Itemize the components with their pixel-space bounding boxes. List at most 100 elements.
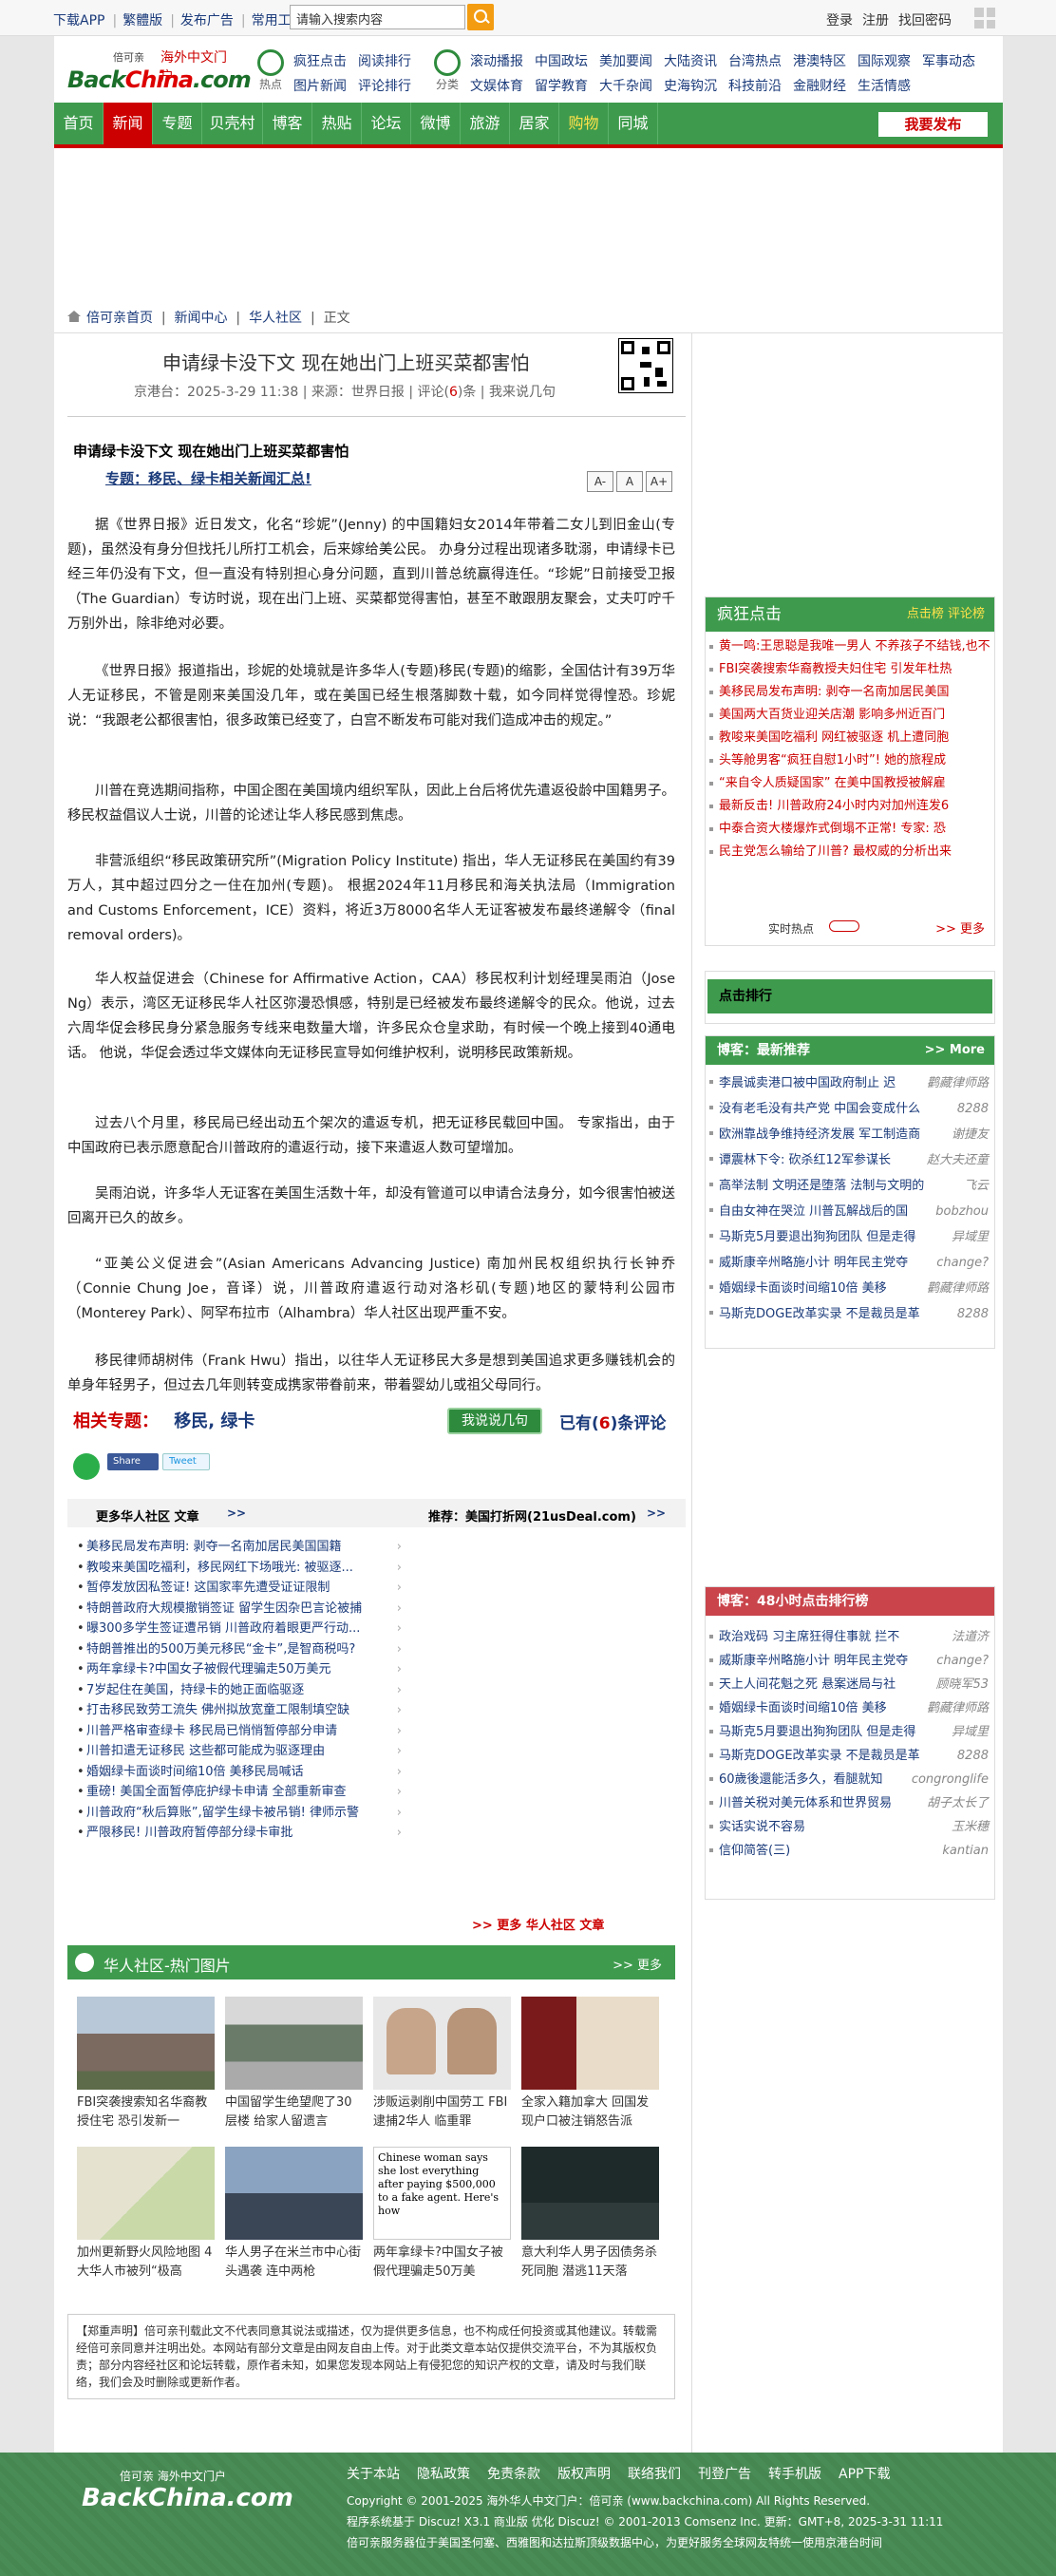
nav-cat-item[interactable]: 大陆资讯: [664, 54, 717, 69]
list-item[interactable]: 政治戏码 习主席狂得住事就 拦不 法道济: [707, 1625, 992, 1649]
nav-photo-news[interactable]: 图片新闻: [293, 79, 347, 94]
nav-cat-item[interactable]: 港澳特区: [793, 54, 846, 69]
list-item[interactable]: 谭震林下令: 砍杀红12军参谋长 赵大夫还童: [707, 1147, 992, 1173]
photo-caption[interactable]: FBI突袭搜索知名华裔教授住宅 恐引发新一: [77, 2093, 215, 2131]
list-item[interactable]: 马斯克DOGE改革实录 不是裁员是革 8288: [707, 1744, 992, 1768]
footer-link[interactable]: 刊登广告: [698, 2467, 751, 2482]
list-item[interactable]: 60歲後還能活多久，看腿就知 congronglife: [707, 1768, 992, 1791]
hot-more-link[interactable]: >> 更多: [935, 919, 985, 937]
photo-thumb[interactable]: [225, 2147, 363, 2240]
font-reset-button[interactable]: A: [616, 471, 643, 492]
list-item[interactable]: 川普政府“秋后算账”,留学生绿卡被吊销! 律师示警: [77, 1803, 409, 1824]
nav-cat-item[interactable]: 滚动播报: [470, 54, 523, 69]
list-item[interactable]: 7岁起住在美国，持绿卡的她正面临驱逐: [77, 1680, 409, 1701]
forgot-password-link[interactable]: 找回密码: [898, 13, 952, 28]
related-topic-immigration[interactable]: 移民: [174, 1411, 208, 1431]
topic-link[interactable]: 专题：移民、绿卡相关新闻汇总!: [105, 468, 311, 488]
list-item[interactable]: 特朗普推出的500万美元移民“金卡”,是智商税吗?: [77, 1639, 409, 1660]
related-topic-greencard[interactable]: 绿卡: [220, 1411, 255, 1431]
list-item[interactable]: 马斯克5月要退出狗狗团队 但是走得 异域里: [707, 1224, 992, 1250]
list-item[interactable]: 中泰合资大楼爆炸式倒塌不正常! 专家: 恐: [707, 818, 992, 841]
footer-link[interactable]: 联络我们: [628, 2467, 681, 2482]
photo-caption[interactable]: 华人男子在米兰市中心街头遇袭 连中两枪: [225, 2244, 363, 2282]
nav-weibo[interactable]: 微博: [411, 103, 461, 144]
photo-thumb[interactable]: [521, 1997, 659, 2090]
footer-link[interactable]: 版权声明: [557, 2467, 611, 2482]
nav-cat-item[interactable]: 生活情感: [858, 79, 911, 94]
list-item[interactable]: 川普关税对美元体系和世界贸易 胡子太长了: [707, 1791, 992, 1815]
nav-cat-item[interactable]: 中国政坛: [535, 54, 588, 69]
download-app-link[interactable]: 下载APP: [53, 13, 104, 28]
list-item[interactable]: 教唆来美国吃福利 网红被驱逐 机上遭同胞: [707, 727, 992, 749]
footer-link[interactable]: 转手机版: [768, 2467, 821, 2482]
list-item[interactable]: 黄一鸣:王思聪是我唯一男人 不养孩子不结钱,也不: [707, 635, 992, 658]
list-item[interactable]: “来自令人质疑国家” 在美中国教授被解雇: [707, 772, 992, 795]
footer-link[interactable]: 免责条款: [487, 2467, 540, 2482]
site-logo[interactable]: 倍可亲 海外中文门户 BackChina.com: [67, 49, 252, 97]
list-item[interactable]: 曝300多学生签证遭吊销 川普政府着眼更严行动...: [77, 1619, 409, 1639]
comment-button[interactable]: 我说说几句: [447, 1408, 542, 1434]
more-articles-link[interactable]: >> 更多 华人社区 文章: [472, 1915, 604, 1933]
search-input[interactable]: 请输入搜索内容: [290, 5, 465, 29]
list-item[interactable]: 美国两大百货业迎关店潮 影响多州近百门: [707, 704, 992, 727]
font-decrease-button[interactable]: A-: [587, 471, 613, 492]
nav-cat-item[interactable]: 留学教育: [535, 79, 588, 94]
nav-home[interactable]: 首页: [54, 103, 104, 144]
wechat-share-icon[interactable]: [73, 1453, 100, 1480]
nav-cat-item[interactable]: 军事动态: [922, 54, 975, 69]
footer-link[interactable]: 隐私政策: [417, 2467, 470, 2482]
list-item[interactable]: 特朗普政府大规模撤销签证 留学生因杂巴言论被捕: [77, 1599, 409, 1619]
nav-forum[interactable]: 论坛: [362, 103, 411, 144]
list-item[interactable]: 自由女神在哭泣 川普瓦解战后的国 bobzhou: [707, 1199, 992, 1224]
nav-cat-item[interactable]: 大千杂闻: [599, 79, 652, 94]
photo-thumb[interactable]: [77, 1997, 215, 2090]
footer-link[interactable]: 关于本站: [347, 2467, 400, 2482]
list-item[interactable]: 两年拿绿卡?中国女子被假代理骗走50万美元: [77, 1659, 409, 1680]
nav-cat-item[interactable]: 国际观察: [858, 54, 911, 69]
list-item[interactable]: 头等舱男客“疯狂自慰1小时”! 她的旅程成: [707, 749, 992, 772]
photo-caption[interactable]: 全家入籍加拿大 回国发现户口被注销怒告派: [521, 2093, 659, 2131]
crumb-community[interactable]: 华人社区: [249, 311, 302, 326]
publish-button[interactable]: 我要发布: [878, 112, 988, 137]
list-item[interactable]: 高举法制 文明还是堕落 法制与文明的 飞云: [707, 1173, 992, 1199]
nav-topics[interactable]: 专题: [153, 103, 202, 144]
list-item[interactable]: 川普扣遣无证移民 这些都可能成为驱逐理由: [77, 1741, 409, 1762]
nav-crazy-click[interactable]: 疯狂点击: [293, 54, 347, 69]
nav-village[interactable]: 贝壳村: [202, 103, 263, 144]
list-item[interactable]: 重磅! 美国全面暂停庇护绿卡申请 全部重新审查: [77, 1782, 409, 1803]
blog-more-link[interactable]: >> More: [925, 1036, 985, 1065]
nav-comment-rank[interactable]: 评论排行: [358, 79, 411, 94]
realtime-toggle-icon[interactable]: [829, 920, 859, 932]
nav-cat-item[interactable]: 文娱体育: [470, 79, 523, 94]
list-item[interactable]: 暂停发放因私签证! 这国家率先遭受证证限制: [77, 1578, 409, 1599]
nav-travel[interactable]: 旅游: [461, 103, 510, 144]
list-item[interactable]: 民主党怎么输给了川普? 最权威的分析出来: [707, 841, 992, 863]
list-item[interactable]: 川普严格审查绿卡 移民局已悄悄暂停部分申请: [77, 1721, 409, 1742]
photo-thumb[interactable]: [373, 1997, 511, 2090]
nav-hot-posts[interactable]: 热贴: [312, 103, 362, 144]
list-item[interactable]: FBI突袭搜索华裔教授夫妇住宅 引发年杜热: [707, 658, 992, 681]
photo-caption[interactable]: 涉贩运剥削中国劳工 FBI逮捕2华人 临重罪: [373, 2093, 511, 2131]
nav-read-rank[interactable]: 阅读排行: [358, 54, 411, 69]
nav-cat-item[interactable]: 科技前沿: [728, 79, 782, 94]
tab-click-rank[interactable]: 点击榜: [907, 607, 944, 621]
photo-thumb[interactable]: Chinese woman says she lost everything a…: [373, 2147, 511, 2240]
traditional-link[interactable]: 繁體版: [123, 13, 162, 28]
nav-cat-item[interactable]: 美加要闻: [599, 54, 652, 69]
footer-link[interactable]: APP下载: [839, 2467, 890, 2482]
list-item[interactable]: 严限移民! 川普政府暂停部分绿卡审批: [77, 1823, 409, 1844]
list-item[interactable]: 威斯康辛州略施小计 明年民主党夺 change?: [707, 1250, 992, 1276]
photo-caption[interactable]: 中国留学生绝望爬了30层楼 给家人留遗言: [225, 2093, 363, 2131]
photos-more-link[interactable]: >> 更多: [613, 1955, 662, 1973]
crumb-home[interactable]: 倍可亲首页: [86, 311, 153, 326]
nav-cat-item[interactable]: 金融财经: [793, 79, 846, 94]
font-increase-button[interactable]: A+: [646, 471, 672, 492]
photo-caption[interactable]: 意大利华人男子因债务杀死同胞 潜逃11天落: [521, 2244, 659, 2282]
list-item[interactable]: 信仰简答(三) kantian: [707, 1839, 992, 1863]
nav-home-living[interactable]: 居家: [510, 103, 559, 144]
tweet-button[interactable]: Tweet: [162, 1453, 210, 1470]
tab-comment-rank[interactable]: 评论榜: [948, 607, 985, 621]
list-item[interactable]: 没有老毛没有共产党 中国会变成什么 8288: [707, 1096, 992, 1122]
photo-thumb[interactable]: [521, 2147, 659, 2240]
grid-menu-icon[interactable]: [974, 8, 995, 28]
